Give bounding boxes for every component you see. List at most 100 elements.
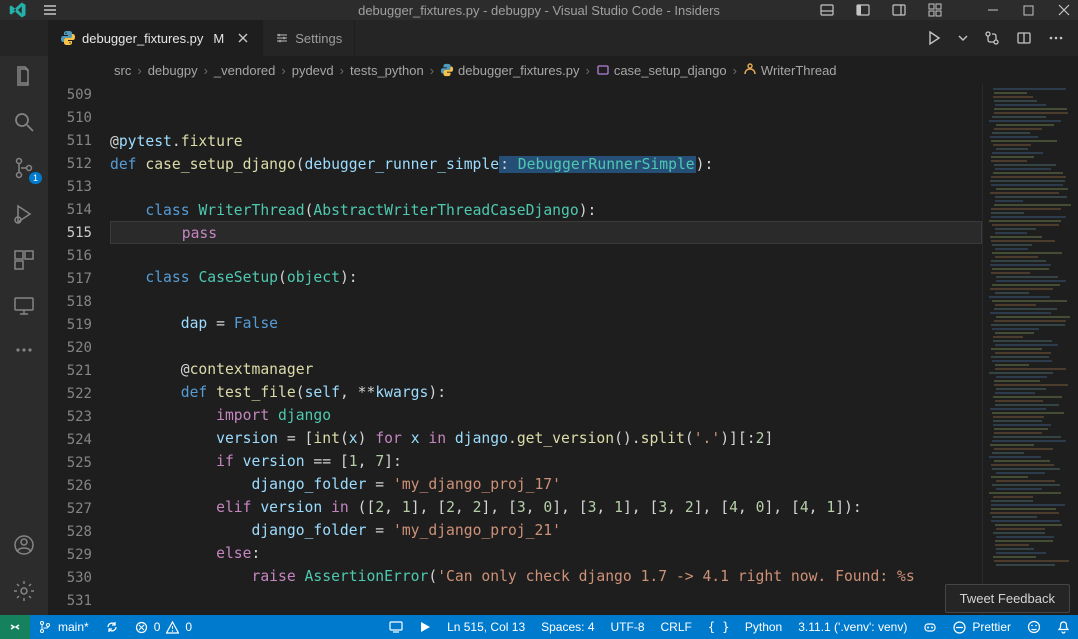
code-line[interactable]: class WriterThread(AbstractWriterThreadC… [110,199,982,222]
tab-modified-indicator: M [213,31,224,46]
breadcrumb[interactable]: src › debugpy › _vendored › pydevd › tests_pytho… [48,56,1078,84]
code-line[interactable]: django_folder = 'my_django_proj_17' [110,473,982,496]
run-icon[interactable] [926,30,942,46]
code-area[interactable]: @pytest.fixturedef case_setup_django(deb… [110,84,982,615]
more-icon[interactable] [1048,30,1064,46]
chevron-right-icon: › [430,63,434,78]
layout-sidebar-left-icon[interactable] [855,2,871,18]
more-views-icon[interactable] [14,340,34,360]
minimap[interactable] [982,84,1078,615]
tab-settings[interactable]: Settings [263,20,355,56]
encoding-indicator[interactable]: UTF-8 [603,620,653,634]
error-count: 0 [154,620,161,634]
source-control-icon[interactable]: 1 [12,156,36,180]
chevron-right-icon: › [281,63,285,78]
code-line[interactable] [110,107,982,130]
extensions-icon[interactable] [12,248,36,272]
breadcrumb-item[interactable]: _vendored [214,63,275,78]
settings-tab-icon [275,31,289,45]
layout-grid-icon[interactable] [927,2,943,18]
indent-indicator[interactable]: Spaces: 4 [533,620,602,634]
code-line[interactable]: pass [110,221,982,244]
status-bar: main* 0 0 Ln 515, Col 13 Spaces: 4 UTF-8… [0,615,1078,639]
sync-indicator[interactable] [97,620,127,634]
eol-indicator[interactable]: CRLF [653,620,700,634]
close-icon[interactable] [236,31,250,45]
code-line[interactable] [110,588,982,611]
code-line[interactable]: raise AssertionError('Can only check dja… [110,565,982,588]
interpreter-indicator[interactable]: 3.11.1 ('.venv': venv) [790,620,915,634]
code-line[interactable] [110,289,982,312]
branch-name: main* [58,620,89,634]
code-line[interactable] [110,243,982,266]
layout-panel-icon[interactable] [819,2,835,18]
accounts-icon[interactable] [12,533,36,557]
search-icon[interactable] [12,110,36,134]
code-line[interactable]: def case_setup_django(debugger_runner_si… [110,153,982,176]
layout-sidebar-right-icon[interactable] [891,2,907,18]
feedback-icon[interactable] [1019,620,1049,634]
chevron-right-icon: › [585,63,589,78]
chevron-right-icon: › [340,63,344,78]
activity-bar: 1 [0,56,48,615]
editor[interactable]: 5095105115125135145155165175185195205215… [48,84,1078,615]
code-line[interactable]: def test_file(self, **kwargs): [110,381,982,404]
tab-debugger-fixtures[interactable]: debugger_fixtures.py M [48,20,263,56]
code-line[interactable]: class CaseSetup(object): [110,266,982,289]
language-indicator[interactable]: { } Python [700,620,790,634]
title-bar: debugger_fixtures.py - debugpy - Visual … [0,0,1078,20]
branch-indicator[interactable]: main* [30,620,97,634]
remote-indicator[interactable] [0,615,30,639]
tab-label: Settings [295,31,342,46]
screencast-indicator[interactable] [381,620,411,634]
split-editor-icon[interactable] [1016,30,1032,46]
remote-explorer-icon[interactable] [12,294,36,318]
explorer-icon[interactable] [12,64,36,88]
window-title: debugger_fixtures.py - debugpy - Visual … [358,3,720,18]
cursor-position[interactable]: Ln 515, Col 13 [439,620,533,634]
debug-start-indicator[interactable] [411,621,439,633]
breadcrumb-item[interactable]: debugger_fixtures.py [440,63,579,78]
breadcrumb-item[interactable]: pydevd [292,63,334,78]
code-line[interactable] [110,176,982,199]
code-line[interactable]: @pytest.fixture [110,130,982,153]
chevron-down-icon[interactable] [958,33,968,43]
code-line[interactable]: if version == [1, 7]: [110,450,982,473]
vscode-logo-icon [8,0,28,20]
code-line[interactable]: elif version in ([2, 1], [2, 2], [3, 0],… [110,496,982,519]
window-close-icon[interactable] [1058,4,1070,16]
code-line[interactable] [110,335,982,358]
code-line[interactable]: django_folder = 'my_django_proj_21' [110,519,982,542]
chevron-right-icon: › [137,63,141,78]
chevron-right-icon: › [733,63,737,78]
copilot-indicator[interactable] [915,620,945,634]
tab-label: debugger_fixtures.py [82,31,203,46]
code-line[interactable]: version = [int(x) for x in django.get_ve… [110,427,982,450]
code-line[interactable]: @contextmanager [110,358,982,381]
code-line[interactable] [110,84,982,107]
breadcrumb-item[interactable]: case_setup_django [596,63,727,78]
breadcrumb-item[interactable]: tests_python [350,63,424,78]
breadcrumb-item[interactable]: debugpy [148,63,198,78]
bell-icon[interactable] [1049,621,1078,634]
python-file-icon [60,30,76,46]
diff-icon[interactable] [984,30,1000,46]
window-minimize-icon[interactable] [987,4,999,16]
run-debug-icon[interactable] [12,202,36,226]
scm-badge: 1 [29,172,42,184]
chevron-right-icon: › [204,63,208,78]
menu-icon[interactable] [42,2,58,18]
gear-icon[interactable] [12,579,36,603]
code-line[interactable]: dap = False [110,312,982,335]
tweet-feedback-tooltip: Tweet Feedback [945,584,1070,613]
window-maximize-icon[interactable] [1023,4,1034,16]
problems-indicator[interactable]: 0 0 [127,620,200,634]
code-line[interactable]: import django [110,404,982,427]
code-line[interactable]: else: [110,542,982,565]
tab-bar: debugger_fixtures.py M Settings [0,20,1078,56]
warning-count: 0 [185,620,192,634]
line-gutter: 5095105115125135145155165175185195205215… [48,84,110,615]
prettier-indicator[interactable]: Prettier [945,620,1019,634]
breadcrumb-item[interactable]: WriterThread [743,63,837,78]
breadcrumb-item[interactable]: src [114,63,131,78]
